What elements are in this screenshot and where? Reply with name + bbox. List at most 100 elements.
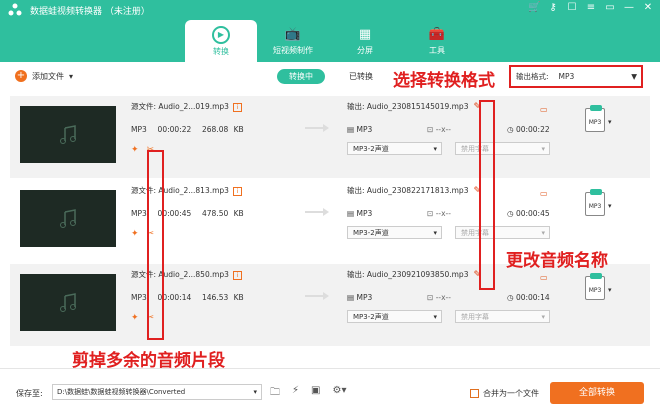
source-file-name-text: 源文件: Audio_2...813.mp3 (131, 186, 229, 195)
dropdown-arrow-icon: ▾ (541, 228, 545, 237)
merge-checkbox[interactable] (470, 389, 479, 398)
output-duration-text: 00:00:14 (515, 293, 550, 302)
subtitle-value: 禁用字幕 (461, 312, 489, 321)
convert-arrow-icon (305, 292, 329, 300)
split-screen-icon: ▦ (358, 26, 372, 42)
audio-thumbnail (20, 106, 116, 163)
clock-icon: ◷ (507, 209, 514, 218)
merge-option[interactable]: 合并为一个文件 (470, 388, 539, 399)
film-settings-icon[interactable]: ▭ (540, 273, 548, 282)
output-resolution: ⊡ --x-- (427, 293, 451, 302)
format-file-icon: ▤ (347, 125, 355, 134)
window-controls: 🛒 ⚷ ☐ ≡ ▭ — ✕ (528, 2, 654, 13)
dropdown-arrow-icon: ▾ (253, 388, 257, 396)
film-settings-icon[interactable]: ▭ (540, 105, 548, 114)
output-format-badge-text: MP3 (588, 287, 602, 294)
convert-all-button[interactable]: 全部转换 (550, 382, 644, 404)
info-icon[interactable]: i (232, 186, 242, 196)
annotation-choose-format: 选择转换格式 (393, 71, 495, 91)
output-resolution: ⊡ --x-- (427, 125, 451, 134)
converting-tab[interactable]: 转换中 (277, 69, 325, 84)
tab-short-video-label: 短视频制作 (273, 45, 313, 55)
convert-icon: ▶ (212, 25, 230, 44)
nav-tabs: ▶ 转换 📺 短视频制作 ▦ 分屏 🧰 工具 (185, 20, 473, 62)
hardware-accel-icon[interactable]: ⚡ (292, 385, 299, 402)
gpu-icon[interactable]: ▣ (311, 385, 320, 402)
audio-track-select[interactable]: MP3-2声道 ▾ (347, 226, 442, 239)
output-file-name-text: 输出: Audio_230815145019.mp3 (347, 102, 469, 111)
minimize-icon[interactable]: — (623, 2, 635, 13)
dropdown-arrow-icon: ▾ (433, 312, 437, 321)
music-note-icon (60, 208, 76, 228)
dropdown-arrow-icon: ▾ (433, 144, 437, 153)
converted-tab[interactable]: 已转换 (337, 69, 385, 84)
source-size: 478.50 KB (202, 209, 244, 218)
effects-wand-icon[interactable]: ✦ (131, 313, 139, 323)
audio-track-value: MP3-2声道 (353, 228, 389, 237)
tab-split-screen[interactable]: ▦ 分屏 (329, 20, 401, 62)
output-resolution-text: --x-- (435, 209, 451, 218)
music-note-icon (60, 124, 76, 144)
format-file-icon: ▤ (347, 209, 355, 218)
output-format-label: 输出格式: (516, 72, 549, 81)
clock-icon: ◷ (507, 293, 514, 302)
save-path-select[interactable]: D:\数据蛙\数据蛙视频转换器\Converted ▾ (52, 384, 262, 400)
source-size: 268.08 KB (202, 125, 244, 134)
add-file-button[interactable]: + 添加文件 ▾ (15, 70, 73, 82)
cart-icon[interactable]: 🛒 (528, 2, 540, 13)
tab-convert[interactable]: ▶ 转换 (185, 20, 257, 62)
source-duration: 00:00:22 (157, 125, 192, 134)
output-resolution-text: --x-- (435, 125, 451, 134)
resolution-icon: ⊡ (427, 293, 434, 302)
dropdown-arrow-icon[interactable]: ▾ (608, 202, 612, 210)
tab-short-video[interactable]: 📺 短视频制作 (257, 20, 329, 62)
tab-toolbox[interactable]: 🧰 工具 (401, 20, 473, 62)
subtitle-select[interactable]: 禁用字幕 ▾ (455, 310, 550, 323)
info-icon[interactable]: i (232, 270, 242, 280)
header: 数据蛙视频转换器 （未注册） 🛒 ⚷ ☐ ≡ ▭ — ✕ ▶ 转换 📺 短视频制… (0, 0, 660, 62)
source-file-name-text: 源文件: Audio_2...019.mp3 (131, 102, 229, 111)
output-format-select[interactable]: 输出格式: MP3 ▼ (509, 65, 643, 88)
info-icon[interactable]: i (232, 102, 242, 112)
output-format-text: MP3 (356, 209, 373, 218)
app-title: 数据蛙视频转换器 （未注册） (30, 7, 150, 17)
film-settings-icon[interactable]: ▭ (540, 189, 548, 198)
output-resolution: ⊡ --x-- (427, 209, 451, 218)
subtitle-select[interactable]: 禁用字幕 ▾ (455, 226, 550, 239)
audio-thumbnail (20, 190, 116, 247)
audio-track-select[interactable]: MP3-2声道 ▾ (347, 310, 442, 323)
output-format-badge[interactable]: MP3 (585, 189, 605, 216)
file-row[interactable]: 源文件: Audio_2...850.mp3 i MP3 00:00:14 146… (10, 264, 650, 346)
toolbox-icon: 🧰 (428, 26, 446, 42)
audio-track-select[interactable]: MP3-2声道 ▾ (347, 142, 442, 155)
chat-icon[interactable]: ☐ (566, 2, 578, 13)
output-file-name-text: 输出: Audio_230921093850.mp3 (347, 270, 469, 279)
audio-track-value: MP3-2声道 (353, 144, 389, 153)
source-format: MP3 (131, 209, 147, 218)
dropdown-arrow-icon[interactable]: ▾ (608, 286, 612, 294)
output-format-info: ▤ MP3 (347, 125, 372, 134)
output-format-text: MP3 (356, 293, 373, 302)
file-row[interactable]: 源文件: Audio_2...019.mp3 i MP3 00:00:22 268… (10, 96, 650, 178)
output-format-badge[interactable]: MP3 (585, 273, 605, 300)
output-format-badge-text: MP3 (588, 119, 602, 126)
key-icon[interactable]: ⚷ (547, 2, 559, 13)
source-meta: MP3 00:00:22 268.08 KB (131, 125, 244, 134)
folder-icon[interactable]: 🗀 (270, 385, 280, 402)
dropdown-arrow-icon[interactable]: ▾ (608, 118, 612, 126)
output-format-badge[interactable]: MP3 (585, 105, 605, 132)
effects-wand-icon[interactable]: ✦ (131, 145, 139, 155)
close-icon[interactable]: ✕ (642, 2, 654, 13)
tab-toolbox-label: 工具 (429, 45, 445, 55)
source-format: MP3 (131, 125, 147, 134)
source-file-name: 源文件: Audio_2...019.mp3 i (131, 101, 242, 112)
source-file-name-text: 源文件: Audio_2...850.mp3 (131, 270, 229, 279)
menu-icon[interactable]: ≡ (585, 2, 597, 13)
badge-tab (590, 273, 602, 279)
feedback-icon[interactable]: ▭ (604, 2, 616, 13)
tv-icon: 📺 (284, 26, 302, 42)
effects-wand-icon[interactable]: ✦ (131, 229, 139, 239)
output-file-name: 输出: Audio_230815145019.mp3 ✎ (347, 101, 481, 112)
settings-icon[interactable]: ⚙▾ (332, 385, 346, 402)
subtitle-select[interactable]: 禁用字幕 ▾ (455, 142, 550, 155)
